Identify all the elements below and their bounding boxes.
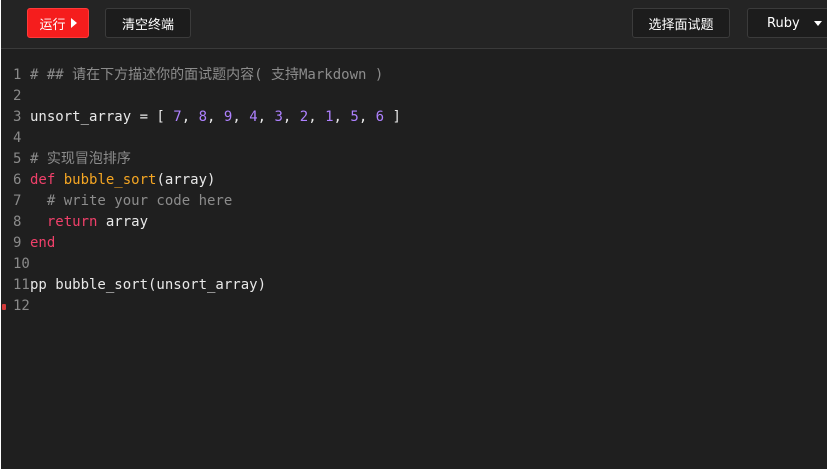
code-token: def: [30, 172, 56, 188]
code-token: ,: [232, 109, 250, 125]
code-token: ,: [207, 109, 224, 125]
code-token: (array): [156, 172, 216, 188]
line-code: # ## 请在下方描述你的面试题内容( 支持Markdown ): [30, 65, 383, 86]
code-token: ,: [308, 109, 326, 125]
select-question-button[interactable]: 选择面试题: [632, 8, 730, 38]
line-number: 10: [13, 256, 30, 272]
clear-terminal-label: 清空终端: [121, 17, 174, 33]
code-line[interactable]: 4: [1, 128, 827, 149]
code-line[interactable]: 12: [1, 296, 827, 317]
code-token: ,: [257, 109, 275, 125]
code-token: # 实现冒泡排序: [30, 151, 131, 167]
line-number: 8: [13, 214, 22, 230]
code-line[interactable]: 1 # ## 请在下方描述你的面试题内容( 支持Markdown ): [1, 65, 827, 86]
code-editor[interactable]: 1 # ## 请在下方描述你的面试题内容( 支持Markdown ) 2 3 unsor…: [1, 65, 827, 317]
code-token: return: [46, 214, 98, 230]
code-token: bubble_sort: [63, 172, 157, 188]
code-line[interactable]: 2: [1, 86, 827, 107]
code-line[interactable]: 5 # 实现冒泡排序: [1, 149, 827, 170]
toolbar: 运行 清空终端 选择面试题 Ruby: [1, 0, 827, 49]
code-token: ,: [282, 109, 300, 125]
line-code: # write your code here: [30, 191, 232, 212]
code-token: 2: [299, 109, 309, 125]
line-number: 9: [13, 235, 22, 251]
line-code: return array: [30, 212, 148, 233]
caret-down-icon: [813, 20, 822, 26]
line-number: 5: [13, 151, 22, 167]
code-token: ,: [358, 109, 376, 125]
code-token: # ## 请在下方描述你的面试题内容( 支持Markdown ): [30, 67, 384, 83]
code-line[interactable]: 3 unsort_array = [ 7, 8, 9, 4, 3, 2, 1, 5…: [1, 107, 827, 128]
code-token: # write your code here: [30, 193, 233, 209]
play-icon: [70, 18, 77, 28]
run-button[interactable]: 运行: [27, 8, 89, 38]
breakpoint-marker-icon[interactable]: [2, 304, 6, 310]
code-playground: 运行 清空终端 选择面试题 Ruby 1 # ## 请在下方描述你的面试题内容( …: [1, 0, 827, 469]
code-token: 6: [375, 109, 385, 125]
code-token: ,: [333, 109, 351, 125]
language-select[interactable]: Ruby: [747, 8, 827, 38]
line-number: 12: [13, 298, 30, 314]
select-question-label: 选择面试题: [648, 17, 714, 33]
language-select-value: Ruby: [767, 15, 800, 31]
line-number: 7: [13, 193, 22, 209]
code-line[interactable]: 6 def bubble_sort(array): [1, 170, 827, 191]
code-token: 7: [173, 109, 182, 125]
code-token: end: [30, 235, 56, 251]
line-code: pp bubble_sort(unsort_array): [30, 275, 266, 296]
code-line[interactable]: 7 # write your code here: [1, 191, 827, 212]
code-line[interactable]: 10: [1, 254, 827, 275]
line-code: # 实现冒泡排序: [30, 149, 131, 170]
code-line[interactable]: 11 pp bubble_sort(unsort_array): [1, 275, 827, 296]
code-token: 1: [325, 109, 334, 125]
clear-terminal-button[interactable]: 清空终端: [105, 8, 191, 38]
code-line[interactable]: 8 return array: [1, 212, 827, 233]
line-code: unsort_array = [ 7, 8, 9, 4, 3, 2, 1, 5,…: [30, 107, 401, 128]
code-token: ,: [181, 109, 199, 125]
line-number: 6: [13, 172, 22, 188]
line-code: def bubble_sort(array): [30, 170, 215, 191]
code-token: ]: [384, 109, 401, 125]
line-number: 3: [13, 109, 22, 125]
code-token: 5: [350, 109, 359, 125]
code-token: pp bubble_sort(unsort_array): [30, 277, 267, 293]
run-button-label: 运行: [39, 17, 66, 33]
code-token: 4: [249, 109, 258, 125]
line-code: end: [30, 233, 55, 254]
code-token: array: [97, 214, 149, 230]
line-number: 1: [13, 67, 22, 83]
line-number: 11: [13, 277, 30, 293]
code-token: 3: [274, 109, 283, 125]
code-token: unsort_array = [: [30, 109, 174, 125]
code-token: 8: [198, 109, 208, 125]
line-number: 4: [13, 130, 22, 146]
line-number: 2: [13, 88, 22, 104]
code-line[interactable]: 9 end: [1, 233, 827, 254]
